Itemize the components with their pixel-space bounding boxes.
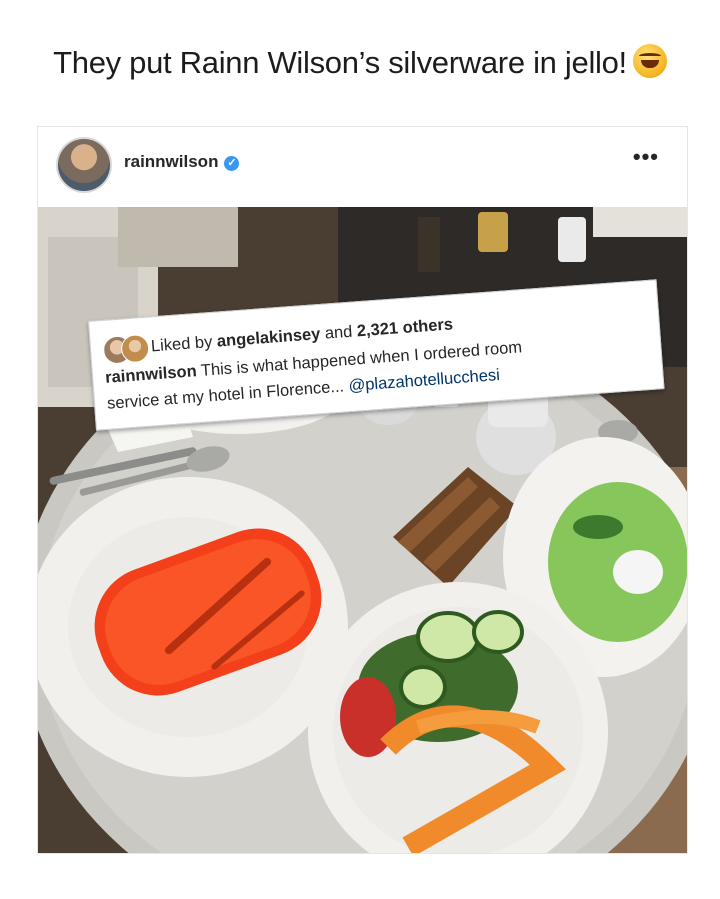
avatar[interactable] xyxy=(56,137,112,193)
likes-others[interactable]: 2,321 others xyxy=(356,315,453,340)
caption-text: They put Rainn Wilson’s silverware in je… xyxy=(53,45,627,80)
comment-author[interactable]: rainnwilson xyxy=(105,362,198,387)
rolling-on-floor-laughing-icon xyxy=(632,44,667,78)
first-liker[interactable]: angelakinsey xyxy=(216,325,321,351)
post-header: rainnwilson ✓ ••• xyxy=(38,127,687,207)
post-photo: Liked by angelakinsey and 2,321 others r… xyxy=(38,207,687,853)
instagram-post: rainnwilson ✓ ••• Liked by angelakinsey … xyxy=(38,127,687,853)
more-options-icon[interactable]: ••• xyxy=(633,144,659,170)
verified-badge-icon: ✓ xyxy=(224,156,240,171)
liker-avatars xyxy=(102,333,151,365)
likes-joiner: and xyxy=(324,322,353,343)
username[interactable]: rainnwilson xyxy=(124,152,218,171)
likes-prefix: Liked by xyxy=(150,332,213,356)
mention-link[interactable]: @plazahotellucchesi xyxy=(348,366,501,395)
meme-caption: They put Rainn Wilson’s silverware in je… xyxy=(0,44,720,81)
username-row: rainnwilson ✓ xyxy=(124,152,240,172)
